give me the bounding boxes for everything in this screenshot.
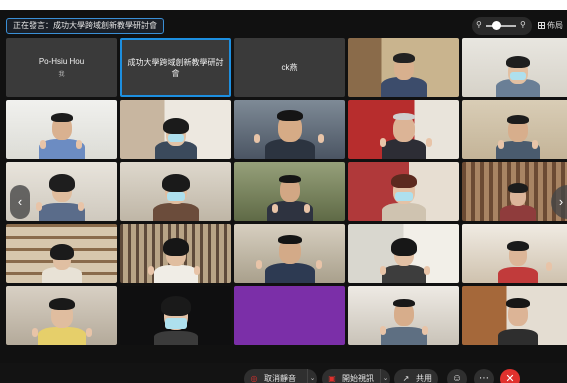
chevron-down-icon[interactable]: ⌄: [307, 369, 317, 383]
zoom-knob[interactable]: [492, 21, 501, 30]
leave-meeting-button[interactable]: ✕: [500, 369, 520, 383]
top-bar: 正在發言：成功大學跨域創新教學研討會 ⚲ ⚲ 佈局: [0, 10, 567, 40]
participant-name: 成功大學跨域創新教學研討會: [127, 57, 224, 78]
participant-video[interactable]: [6, 224, 117, 283]
participant-name: Po-Hsiu Hou: [38, 57, 85, 66]
participant-video[interactable]: [348, 38, 459, 97]
speaking-label: 正在發言：: [13, 21, 53, 30]
previous-page-button[interactable]: ‹: [10, 185, 30, 219]
share-label: 共用: [416, 374, 432, 383]
reactions-button[interactable]: ☺: [447, 369, 467, 383]
participant-self-tag: 我: [58, 72, 65, 78]
grid-icon: [538, 22, 545, 29]
video-off-icon: ▣: [328, 374, 336, 383]
smile-icon: ☺: [451, 373, 463, 383]
active-speaker-indicator: 正在發言：成功大學跨域創新教學研討會: [6, 18, 164, 34]
zoom-out-icon[interactable]: ⚲: [476, 20, 482, 29]
participant-video[interactable]: [120, 286, 231, 345]
layout-label: 佈局: [547, 21, 563, 30]
chevron-left-icon: ‹: [17, 194, 23, 209]
close-icon: ✕: [505, 373, 515, 383]
participant-video[interactable]: [120, 100, 231, 159]
participant-video[interactable]: [234, 224, 345, 283]
meeting-window: 正在發言：成功大學跨域創新教學研討會 ⚲ ⚲ 佈局 Po-Hsiu Hou 我 …: [0, 10, 567, 383]
participant-video[interactable]: [6, 286, 117, 345]
participant-video[interactable]: [462, 38, 567, 97]
speaking-name: 成功大學跨域創新教學研討會: [53, 21, 157, 30]
participant-video[interactable]: [348, 100, 459, 159]
participant-grid: Po-Hsiu Hou 我 成功大學跨域創新教學研討會 ck燕: [6, 38, 567, 361]
more-options-button[interactable]: ⋯: [474, 369, 494, 383]
chevron-down-icon[interactable]: ⌄: [380, 369, 390, 383]
participant-video[interactable]: [462, 224, 567, 283]
participant-video[interactable]: [234, 162, 345, 221]
participant-video[interactable]: [462, 100, 567, 159]
start-video-button[interactable]: ▣ 開始視訊 ⌄: [322, 369, 390, 383]
participant-tile[interactable]: ck燕: [234, 38, 345, 97]
participant-video[interactable]: [234, 100, 345, 159]
unmute-button[interactable]: ◎ 取消靜音 ⌄: [244, 369, 317, 383]
zoom-track[interactable]: [486, 25, 516, 27]
microphone-muted-icon: ◎: [250, 374, 258, 383]
meeting-controls: ◎ 取消靜音 ⌄ ▣ 開始視訊 ⌄ ↗ 共用 ☺ ⋯ ✕: [0, 363, 567, 383]
participant-video[interactable]: [120, 162, 231, 221]
participant-name: ck燕: [281, 63, 298, 72]
zoom-in-icon[interactable]: ⚲: [520, 20, 526, 29]
participant-video[interactable]: [234, 286, 345, 345]
unmute-label: 取消靜音: [264, 374, 296, 383]
layout-button[interactable]: 佈局: [538, 17, 567, 35]
participant-video[interactable]: [6, 100, 117, 159]
more-icon: ⋯: [479, 373, 489, 383]
participant-video[interactable]: [120, 224, 231, 283]
chevron-right-icon: ›: [558, 194, 564, 209]
participant-video[interactable]: [348, 224, 459, 283]
participant-video[interactable]: [462, 162, 567, 221]
participant-video[interactable]: [348, 286, 459, 345]
share-icon: ↗: [402, 374, 410, 383]
participant-tile-host[interactable]: 成功大學跨域創新教學研討會: [120, 38, 231, 97]
share-button[interactable]: ↗ 共用: [394, 369, 438, 383]
start-video-label: 開始視訊: [342, 374, 374, 383]
zoom-slider[interactable]: ⚲ ⚲: [472, 17, 532, 35]
participant-video[interactable]: [348, 162, 459, 221]
participant-video[interactable]: [462, 286, 567, 345]
participant-tile-self[interactable]: Po-Hsiu Hou 我: [6, 38, 117, 97]
